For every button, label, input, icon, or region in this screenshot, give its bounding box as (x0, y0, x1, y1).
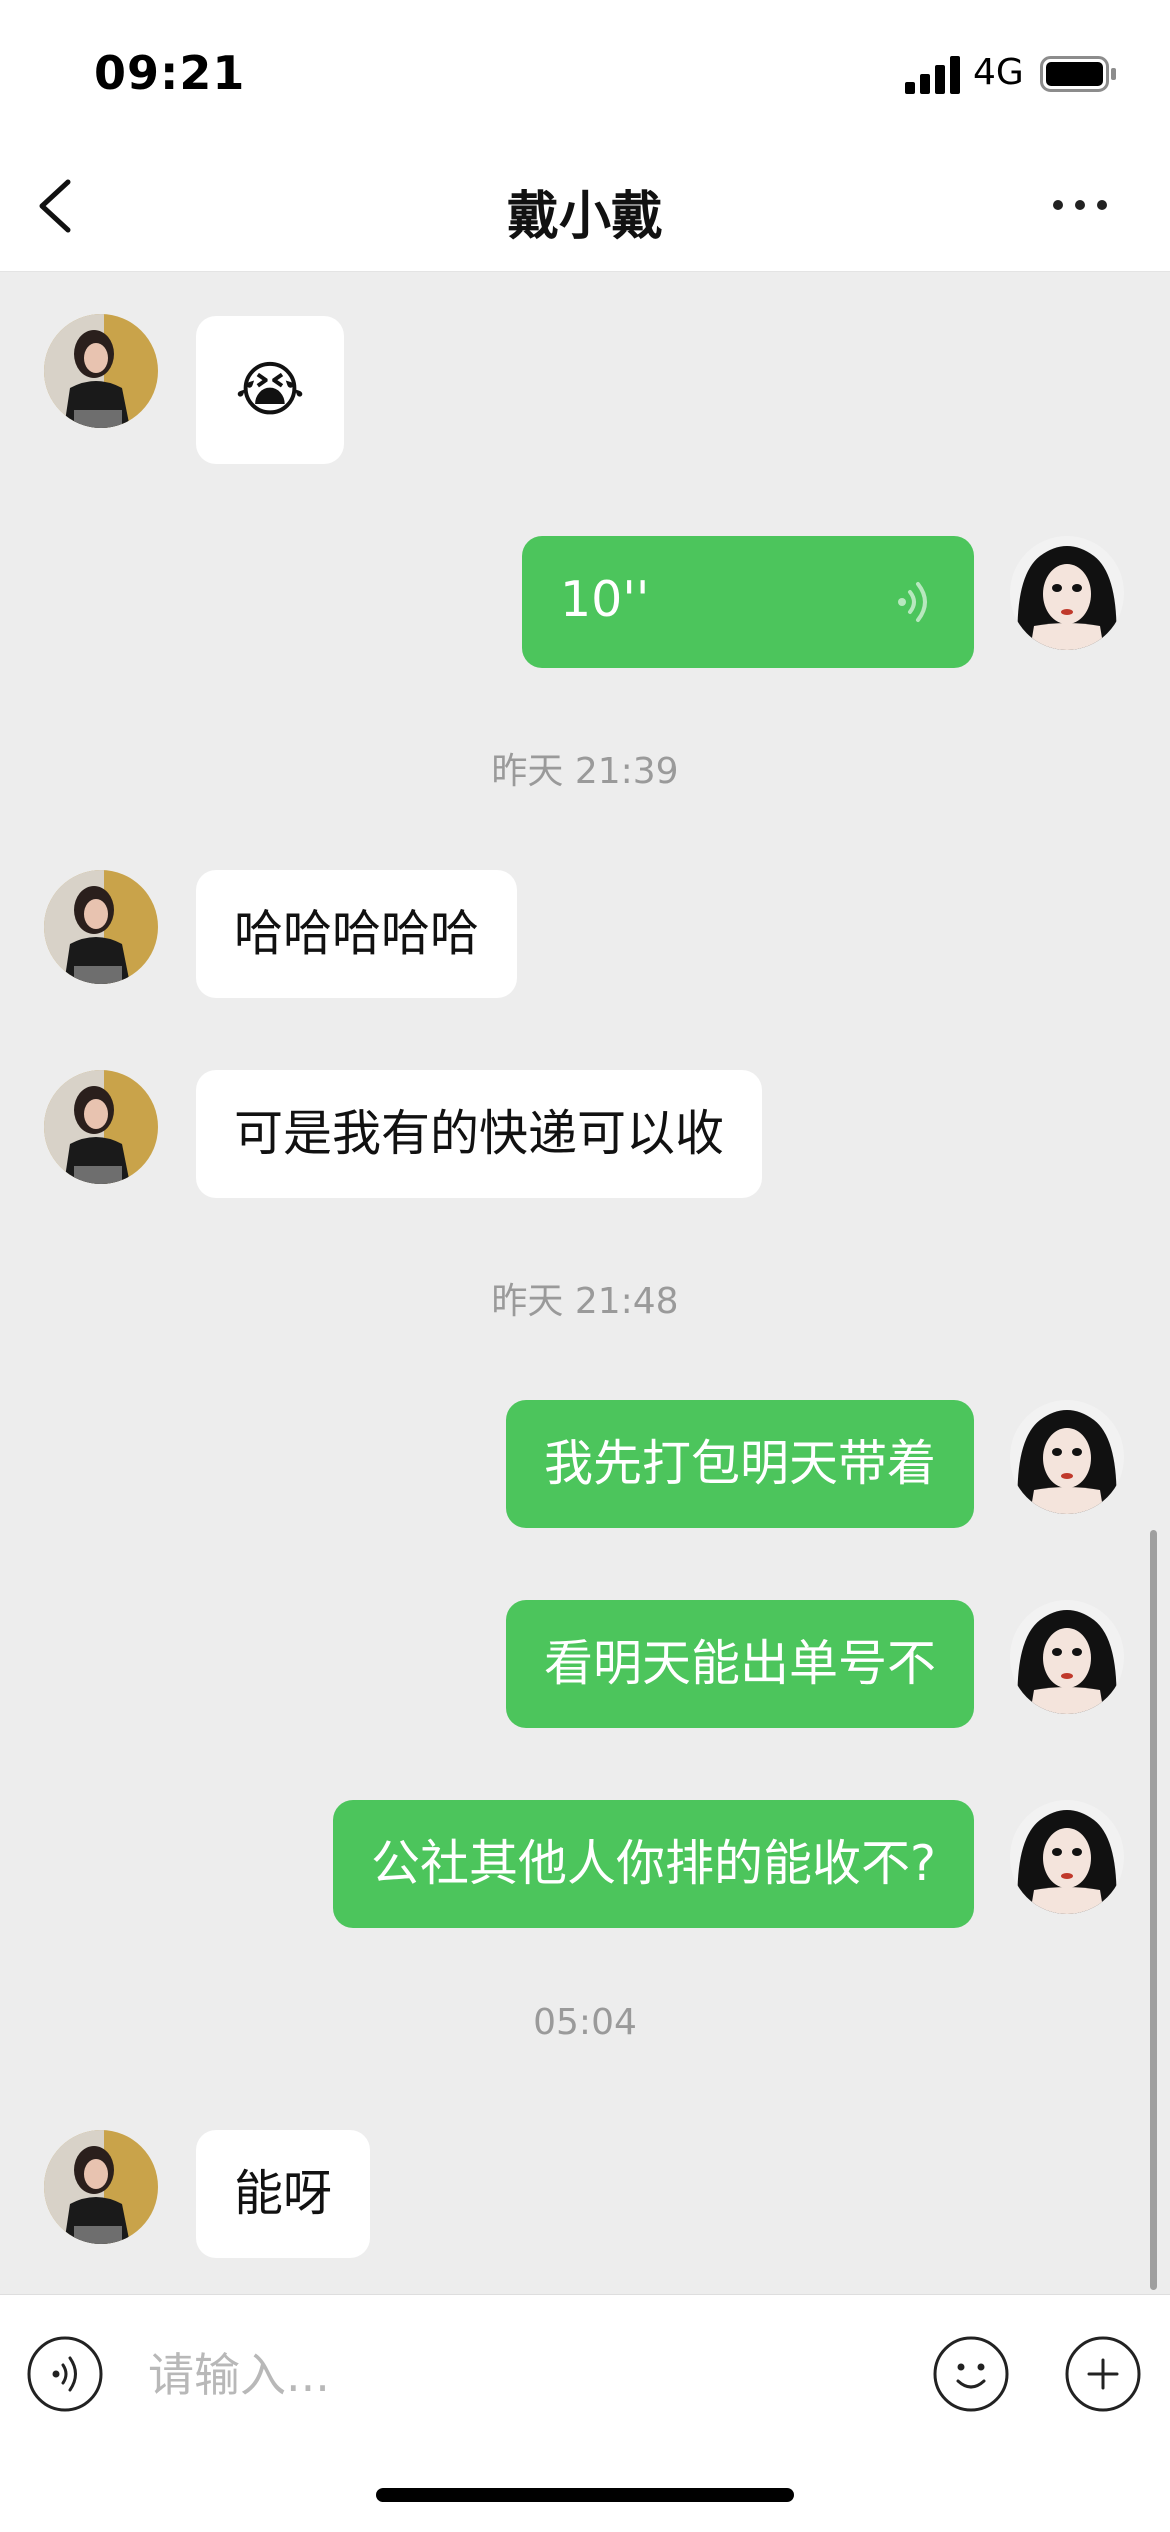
message-bubble-incoming[interactable]: 😭 (196, 316, 344, 464)
emoji-sticker: 😭 (234, 355, 306, 425)
voice-duration: 10'' (560, 571, 650, 628)
voice-input-icon[interactable] (26, 2335, 104, 2413)
chat-area[interactable]: 😭 10'' 昨天 21:39 哈哈哈哈哈 可是我有的快递可以收 昨天 21:4… (0, 272, 1170, 2294)
scrollbar[interactable] (1150, 1530, 1157, 2290)
network-type: 4G (973, 52, 1024, 93)
my-avatar[interactable] (1010, 1400, 1124, 1514)
timestamp: 05:04 (533, 2002, 637, 2043)
message-bubble-incoming[interactable]: 能呀 (196, 2130, 371, 2258)
timestamp: 昨天 21:48 (491, 1281, 679, 1322)
voice-wave-icon (898, 582, 927, 622)
more-icon[interactable] (1050, 190, 1110, 220)
plus-icon[interactable] (1064, 2335, 1142, 2413)
my-avatar[interactable] (1010, 1600, 1124, 1714)
nav-bar: 戴小戴 (0, 140, 1170, 272)
timestamp: 昨天 21:39 (491, 751, 679, 792)
message-bubble-outgoing[interactable]: 我先打包明天带着 (505, 1400, 974, 1528)
message-bubble-outgoing[interactable]: 看明天能出单号不 (505, 1600, 974, 1728)
message-bubble-incoming[interactable]: 可是我有的快递可以收 (196, 1070, 763, 1198)
emoji-icon[interactable] (932, 2335, 1010, 2413)
my-avatar[interactable] (1010, 1800, 1124, 1914)
message-input[interactable]: 请输入... (148, 2335, 908, 2415)
chat-title: 戴小戴 (506, 187, 663, 247)
message-bubble-incoming[interactable]: 哈哈哈哈哈 (196, 870, 518, 998)
signal-icon (905, 56, 960, 94)
battery-icon (1040, 56, 1116, 92)
contact-avatar[interactable] (44, 314, 158, 428)
contact-avatar[interactable] (44, 2130, 158, 2244)
contact-avatar[interactable] (44, 1070, 158, 1184)
voice-message-bubble[interactable]: 10'' (522, 536, 974, 668)
my-avatar[interactable] (1010, 536, 1124, 650)
status-bar: 09:21 4G (0, 0, 1170, 140)
home-indicator[interactable] (376, 2488, 794, 2502)
status-time: 09:21 (94, 46, 246, 100)
message-bubble-outgoing[interactable]: 公社其他人你排的能收不? (332, 1800, 974, 1928)
contact-avatar[interactable] (44, 870, 158, 984)
